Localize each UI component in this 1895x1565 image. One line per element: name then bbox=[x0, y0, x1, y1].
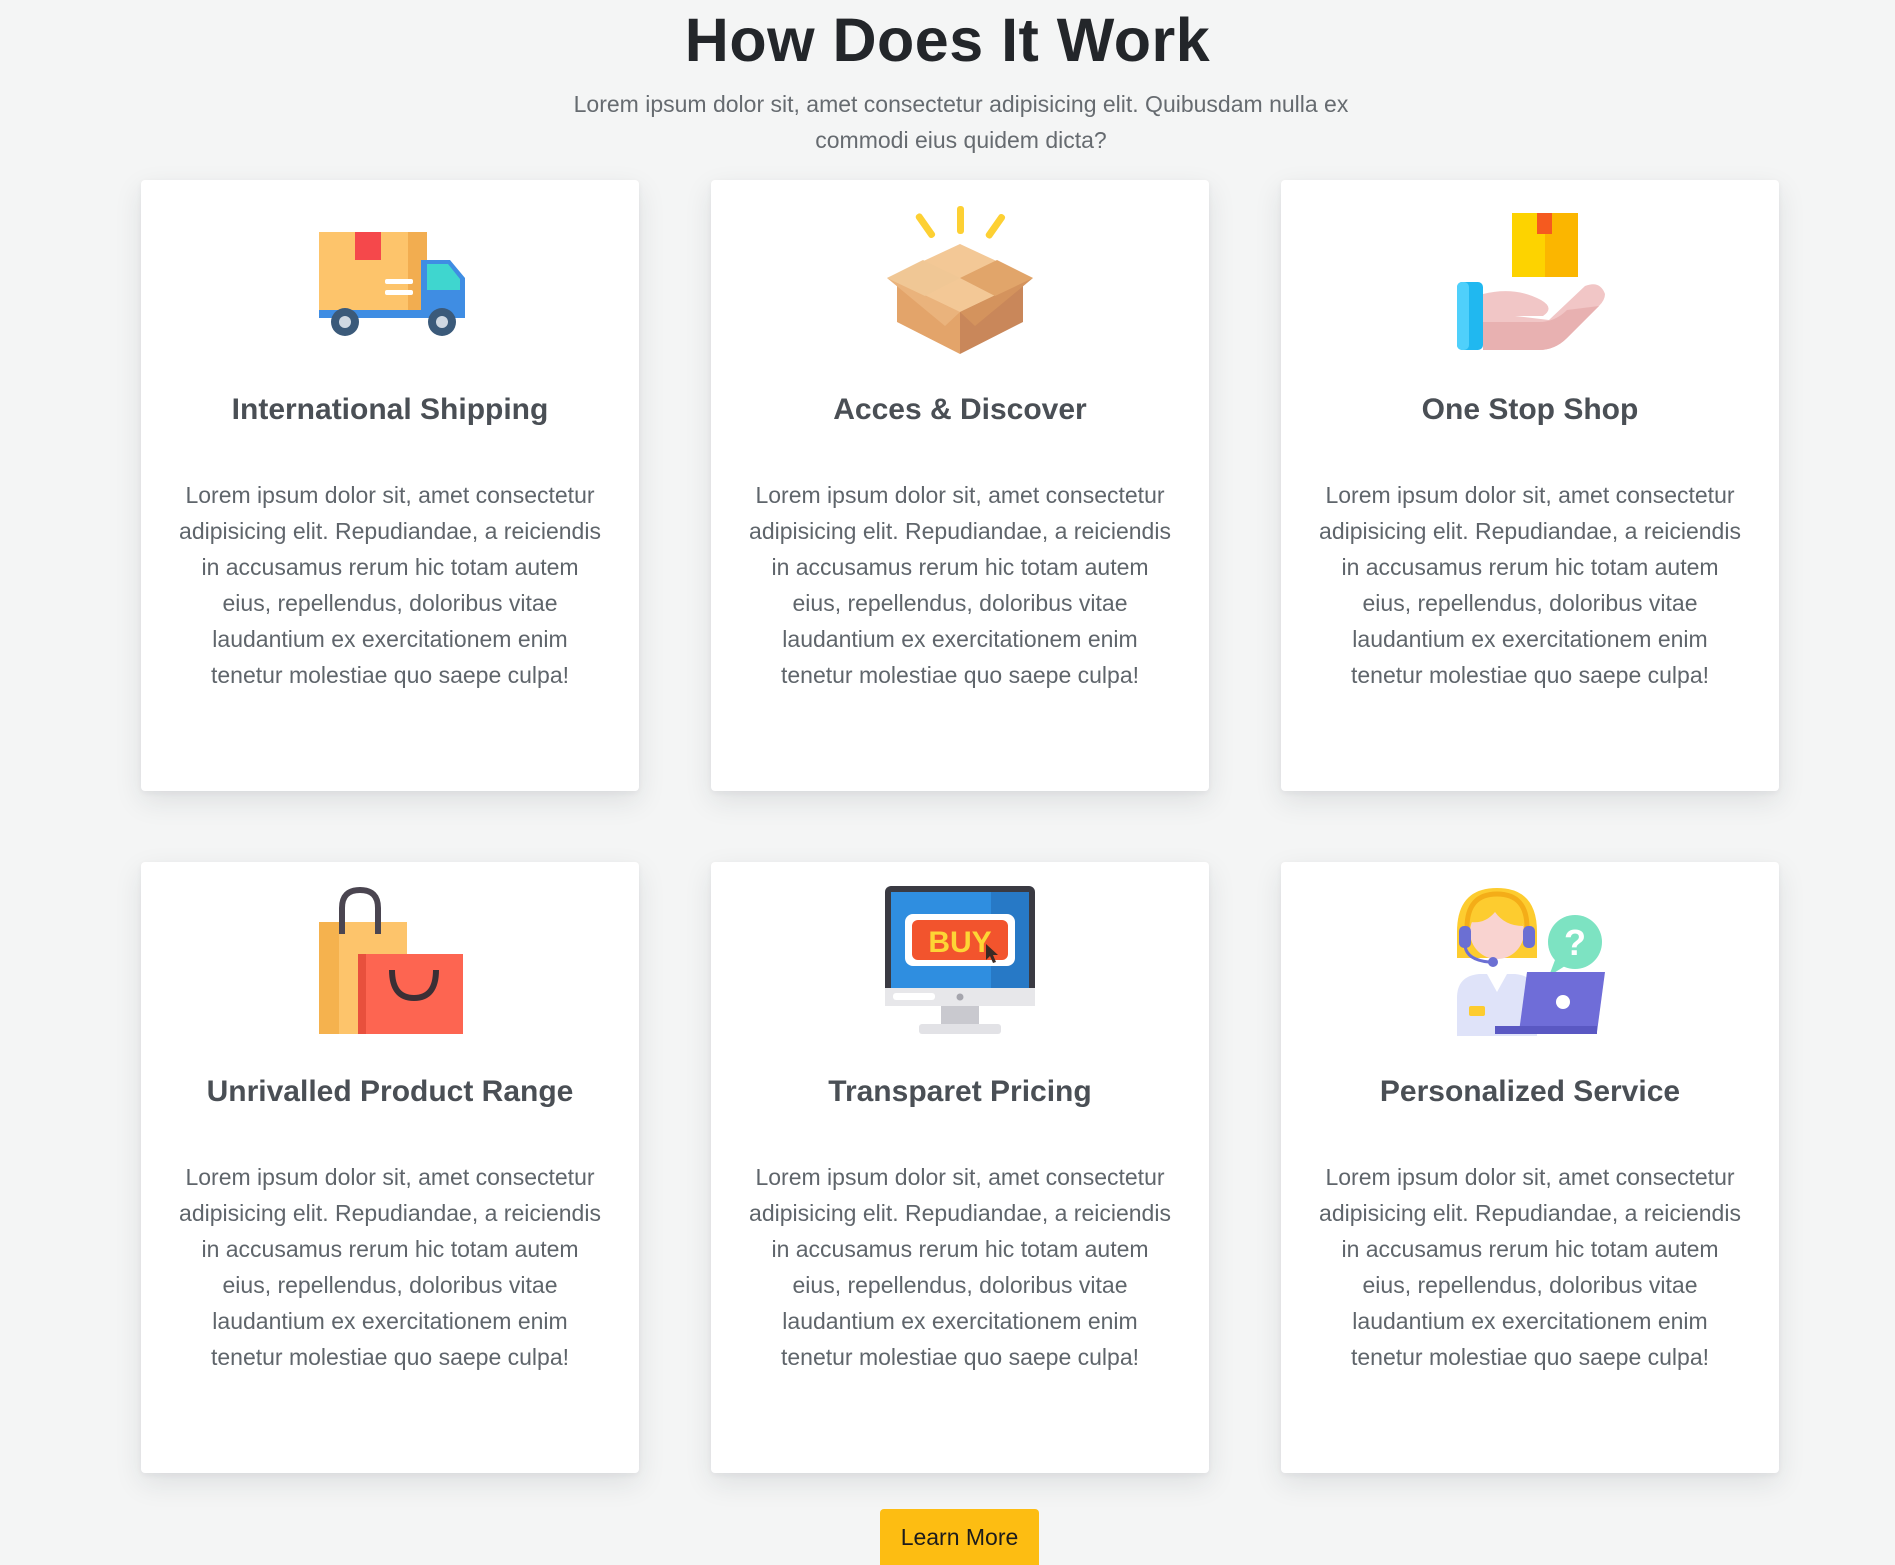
feature-card-personalized-service: ? Personalized Service Lorem ipsum dolor… bbox=[1281, 862, 1779, 1473]
feature-card-international-shipping: International Shipping Lorem ipsum dolor… bbox=[141, 180, 639, 791]
section-subtitle: Lorem ipsum dolor sit, amet consectetur … bbox=[573, 91, 1349, 153]
feature-card-transparet-pricing: BUY Transparet Pricing Lorem ipsum dolor… bbox=[711, 862, 1209, 1473]
question-mark: ? bbox=[1564, 922, 1586, 963]
card-title: One Stop Shop bbox=[1421, 393, 1639, 426]
card-text: Lorem ipsum dolor sit, amet consectetur … bbox=[1319, 1164, 1741, 1370]
card-text: Lorem ipsum dolor sit, amet consectetur … bbox=[1319, 482, 1741, 688]
feature-card-one-stop-shop: One Stop Shop Lorem ipsum dolor sit, ame… bbox=[1281, 180, 1779, 791]
shopping-bags-icon bbox=[315, 886, 465, 1036]
card-text: Lorem ipsum dolor sit, amet consectetur … bbox=[179, 482, 601, 688]
hand-with-box-icon bbox=[1455, 204, 1605, 354]
support-agent-icon: ? bbox=[1455, 886, 1605, 1036]
buy-monitor-icon: BUY bbox=[885, 886, 1035, 1036]
card-title: Personalized Service bbox=[1379, 1075, 1681, 1108]
card-title: Acces & Discover bbox=[833, 393, 1087, 426]
feature-card-acces-discover: Acces & Discover Lorem ipsum dolor sit, … bbox=[711, 180, 1209, 791]
feature-card-unrivalled-product-range: Unrivalled Product Range Lorem ipsum dol… bbox=[141, 862, 639, 1473]
section-title: How Does It Work bbox=[684, 6, 1211, 74]
delivery-truck-icon bbox=[315, 204, 465, 354]
learn-more-button[interactable]: Learn More bbox=[880, 1509, 1039, 1565]
open-box-icon bbox=[885, 204, 1035, 354]
card-title: International Shipping bbox=[231, 393, 549, 426]
card-title: Unrivalled Product Range bbox=[206, 1075, 574, 1108]
card-text: Lorem ipsum dolor sit, amet consectetur … bbox=[749, 1164, 1171, 1370]
card-text: Lorem ipsum dolor sit, amet consectetur … bbox=[749, 482, 1171, 688]
buy-label: BUY bbox=[928, 926, 991, 959]
card-title: Transparet Pricing bbox=[828, 1075, 1092, 1108]
card-text: Lorem ipsum dolor sit, amet consectetur … bbox=[179, 1164, 601, 1370]
